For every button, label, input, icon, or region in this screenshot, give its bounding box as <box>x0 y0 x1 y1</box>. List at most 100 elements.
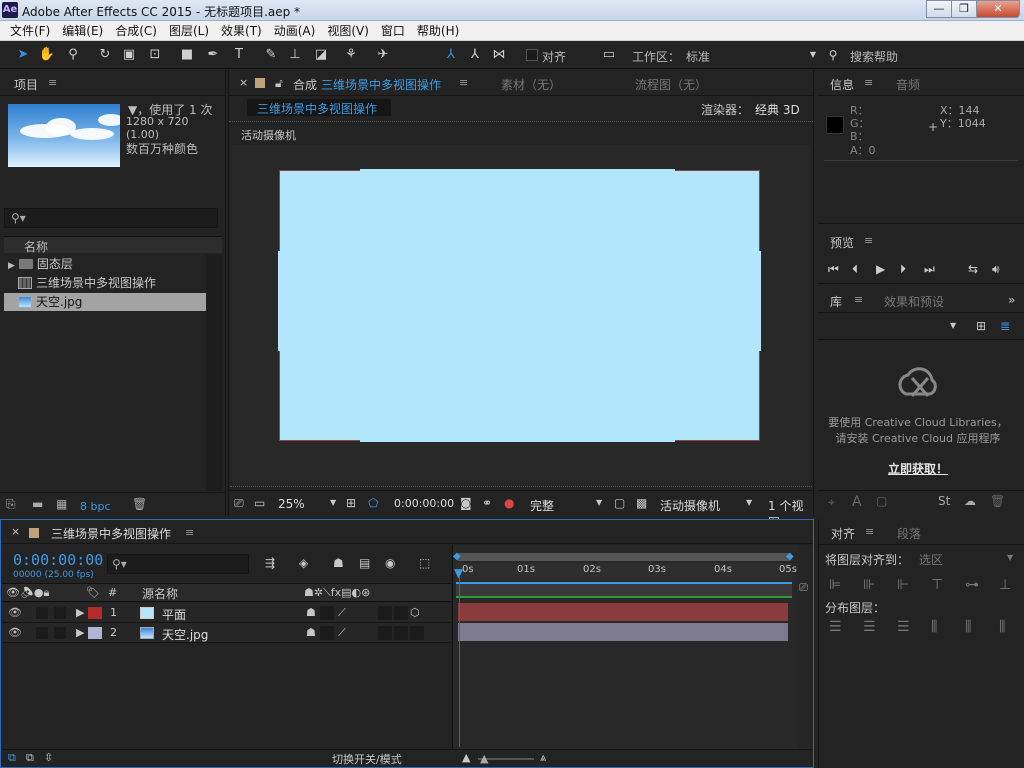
tab-project[interactable]: 项目 <box>14 76 38 93</box>
next-frame-icon[interactable]: ⏵ <box>900 262 906 277</box>
project-search-input[interactable]: ⚲▾ <box>4 208 218 228</box>
add-color-icon[interactable]: ⌖ <box>828 495 835 510</box>
mute-audio-icon[interactable]: 🔊︎ <box>992 262 1000 277</box>
tab-effects-presets[interactable]: 效果和预设 <box>884 293 944 310</box>
type-tool-icon[interactable]: T <box>230 46 248 64</box>
list-item[interactable]: 三维场景中多视图操作 <box>4 274 206 292</box>
mask-visibility-icon[interactable]: ⬠ <box>368 496 378 510</box>
menu-composition[interactable]: 合成(C) <box>109 22 163 39</box>
view-axis-icon[interactable]: ⋈ <box>490 46 508 64</box>
chevron-down-icon[interactable]: ▼ <box>1007 553 1013 562</box>
quality-switch-icon[interactable]: ⟋ <box>338 606 346 620</box>
distribute-vertical-center-icon[interactable]: ☰ <box>863 619 876 635</box>
trash-icon[interactable]: 🗑 <box>132 497 147 511</box>
shy-switch-icon[interactable]: ☗ <box>306 626 316 639</box>
panel-menu-icon[interactable]: ≡ <box>865 525 874 538</box>
layer-search-input[interactable]: ⚲▾ <box>107 554 249 574</box>
tab-paragraph[interactable]: 段落 <box>897 525 921 542</box>
sync-icon[interactable]: ☁ <box>964 494 976 508</box>
transparency-grid-icon[interactable]: ▩ <box>636 496 647 510</box>
tab-align[interactable]: 对齐 <box>831 525 855 542</box>
roto-brush-tool-icon[interactable]: ⚘ <box>342 46 360 64</box>
comp-name-chip[interactable]: 三维场景中多视图操作 <box>247 99 391 116</box>
chevron-down-icon[interactable]: ▼ <box>746 498 752 507</box>
grid-view-icon[interactable]: ⊞ <box>976 319 986 333</box>
workspace-select[interactable]: 标准 ▼ <box>680 47 818 64</box>
distribute-bottom-icon[interactable]: ☰ <box>897 619 910 635</box>
align-right-icon[interactable]: ⊩ <box>897 577 909 593</box>
distribute-right-icon[interactable]: ⫼ <box>999 619 1005 635</box>
comp-frame[interactable] <box>278 169 761 442</box>
comp-mini-flowchart-icon[interactable]: ⇶ <box>265 556 275 570</box>
layer-duration-bar[interactable] <box>458 623 788 641</box>
puppet-pin-tool-icon[interactable]: ✈ <box>374 46 392 64</box>
panel-menu-icon[interactable]: ≡ <box>864 234 873 247</box>
motion-blur-icon[interactable]: ◉ <box>385 556 395 570</box>
menu-help[interactable]: 帮助(H) <box>411 22 465 39</box>
panel-menu-icon[interactable]: ≡ <box>854 293 863 306</box>
zoom-slider-handle[interactable]: ▲ <box>480 752 488 765</box>
chevron-down-icon[interactable]: ▼ <box>596 498 602 507</box>
motion-blur-switch[interactable] <box>394 606 408 620</box>
zoom-select[interactable]: 25% <box>278 497 305 511</box>
camera-view-select[interactable]: 活动摄像机 <box>660 497 720 514</box>
align-vertical-center-icon[interactable]: ⊶ <box>965 577 979 593</box>
layer-duration-bar[interactable] <box>458 603 788 621</box>
tab-audio[interactable]: 音频 <box>896 76 920 93</box>
visibility-icon[interactable]: 👁︎ <box>8 606 22 619</box>
align-top-icon[interactable]: ⊤ <box>931 577 943 593</box>
adjustment-switch[interactable] <box>378 626 392 640</box>
toggle-switches-modes[interactable]: 切换开关/模式 <box>332 751 402 767</box>
tab-library[interactable]: 库 <box>830 293 842 310</box>
maximize-button[interactable]: ❐ <box>951 0 977 18</box>
first-frame-icon[interactable]: ⏮ <box>828 262 839 277</box>
new-composition-icon[interactable]: ▦ <box>56 497 67 511</box>
snapshot-icon[interactable]: ◙ <box>460 496 472 510</box>
bit-depth-button[interactable]: 8 bpc <box>80 500 111 513</box>
align-left-icon[interactable]: ⊫ <box>829 577 841 593</box>
project-scrollbar[interactable] <box>206 255 222 491</box>
rotation-tool-icon[interactable]: ↻ <box>96 46 114 64</box>
add-text-icon[interactable]: A <box>852 494 862 510</box>
solo-toggle[interactable] <box>36 627 48 639</box>
list-item-selected[interactable]: 天空.jpg <box>4 293 206 311</box>
shy-layers-icon[interactable]: ☗ <box>333 556 344 570</box>
3d-switch[interactable] <box>410 626 424 640</box>
last-frame-icon[interactable]: ⏭ <box>924 262 935 277</box>
current-time-display[interactable]: 0:00:00:00 <box>394 497 454 510</box>
tab-composition[interactable]: 三维场景中多视图操作 <box>321 76 441 93</box>
trash-icon[interactable]: 🗑 <box>990 494 1005 508</box>
show-snapshot-icon[interactable]: ⚭ <box>482 496 492 510</box>
lock-icon[interactable]: 🔓︎ <box>275 76 283 91</box>
region-of-interest-icon[interactable]: ▢ <box>614 496 625 510</box>
pan-behind-tool-icon[interactable]: ⊡ <box>146 46 164 64</box>
solo-toggle[interactable] <box>36 607 48 619</box>
interpret-footage-icon[interactable]: ⎘ <box>6 497 16 512</box>
get-cc-link[interactable]: 立即获取！ <box>818 460 1018 477</box>
clone-stamp-tool-icon[interactable]: ⊥ <box>286 46 304 64</box>
transfer-controls-icon[interactable]: ⧉ <box>26 751 34 765</box>
frame-blending-icon[interactable]: ▤ <box>359 556 370 570</box>
list-item[interactable]: ▶ 固态层 <box>4 255 206 273</box>
adjustment-switch[interactable] <box>378 606 392 620</box>
expand-arrow-icon[interactable]: ▶ <box>76 626 84 639</box>
comp-button-icon[interactable]: ⎚ <box>799 581 808 595</box>
lock-toggle[interactable] <box>54 627 66 639</box>
monitor-icon[interactable]: ▭ <box>254 496 265 510</box>
3d-layer-icon[interactable]: ⬡ <box>410 606 420 619</box>
menu-window[interactable]: 窗口 <box>375 22 411 39</box>
tab-footage[interactable]: 素材（无） <box>501 76 561 93</box>
tab-info[interactable]: 信息 <box>830 76 854 93</box>
work-area-end-handle[interactable]: ◆ <box>786 551 794 562</box>
work-area-start-handle[interactable]: ◆ <box>453 551 461 562</box>
eraser-tool-icon[interactable]: ◪ <box>312 46 330 64</box>
menu-view[interactable]: 视图(V) <box>321 22 375 39</box>
lock-toggle[interactable] <box>54 607 66 619</box>
camera-tool-icon[interactable]: ▣ <box>120 46 138 64</box>
zoom-in-icon[interactable]: ⩓ <box>540 751 546 765</box>
add-graphic-icon[interactable]: ▢ <box>876 494 887 508</box>
timeline-current-time[interactable]: 0:00:00:00 <box>13 551 103 569</box>
menu-file[interactable]: 文件(F) <box>4 22 56 39</box>
distribute-left-icon[interactable]: ⫼ <box>931 619 937 635</box>
collapse-switch[interactable] <box>320 626 334 640</box>
